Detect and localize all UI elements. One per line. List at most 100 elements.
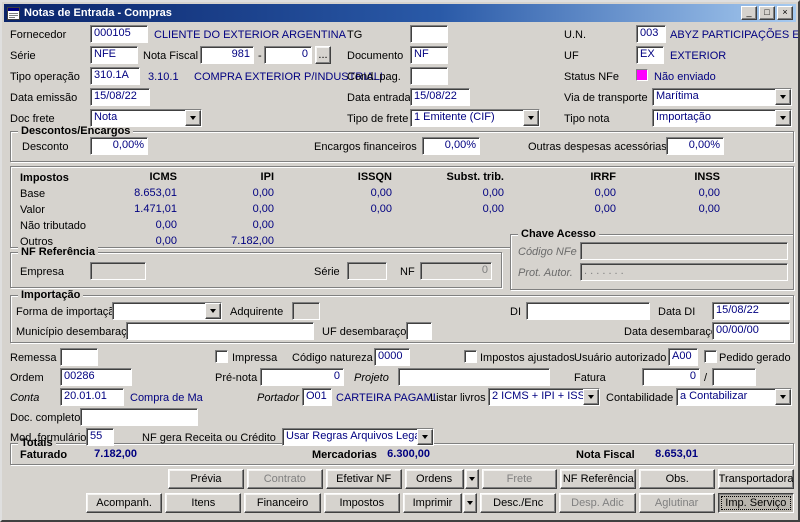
impostos-base-inss: 0,00 — [698, 187, 720, 199]
municipio-desembaraco-field[interactable] — [126, 322, 314, 340]
encargos-field[interactable]: 0,00% — [422, 137, 480, 155]
nota-fiscal-browse-button[interactable]: ... — [315, 46, 331, 64]
data-entrada-field[interactable]: 15/08/22 — [410, 88, 470, 106]
cond-pag-field[interactable] — [410, 67, 448, 85]
maximize-button[interactable]: □ — [759, 6, 775, 20]
tipo-nota-select[interactable]: Importação — [652, 109, 792, 127]
efetivar-nf-button[interactable]: Efetivar NF — [325, 469, 402, 489]
imprimir-button[interactable]: Imprimir — [402, 493, 463, 513]
fatura-parcela-field[interactable] — [712, 368, 756, 386]
contabilidade-select[interactable]: a Contabilizar — [676, 388, 792, 406]
acompanh-button[interactable]: Acompanh. — [86, 493, 163, 513]
portador-field[interactable]: O01 — [302, 388, 332, 406]
uf-description: EXTERIOR — [670, 50, 727, 62]
data-di-field[interactable]: 15/08/22 — [712, 302, 790, 320]
tipo-nota-value: Importação — [656, 111, 712, 123]
desc-enc-button[interactable]: Desc./Enc — [480, 493, 557, 513]
nota-fiscal-sufixo-field[interactable]: 0 — [264, 46, 312, 64]
desconto-field[interactable]: 0,00% — [90, 137, 148, 155]
chevron-down-icon — [780, 395, 786, 399]
mod-formulario-field[interactable]: 55 — [86, 428, 114, 446]
impostos-ajustados-checkbox[interactable] — [464, 350, 477, 363]
listar-livros-select[interactable]: 2 ICMS + IPI + ISS — [488, 388, 600, 406]
tipo-frete-select[interactable]: 1 Emitente (CIF) — [410, 109, 540, 127]
nf-gera-value: Usar Regras Arquivos Legais — [286, 430, 429, 442]
nf-gera-label: NF gera Receita ou Crédito — [142, 432, 276, 444]
impressa-label: Impressa — [232, 352, 278, 364]
imprimir-dropdown-button[interactable] — [463, 493, 478, 513]
doc-frete-select[interactable]: Nota — [90, 109, 202, 127]
impostos-valor-icms: 1.471,01 — [134, 203, 177, 215]
uf-field[interactable]: EX — [636, 46, 664, 64]
tipo-frete-value: 1 Emitente (CIF) — [414, 111, 495, 123]
serie-field[interactable]: NFE — [90, 46, 138, 64]
transportadora-button[interactable]: Transportadora — [718, 469, 794, 489]
nf-gera-arrow[interactable] — [417, 429, 433, 445]
chevron-down-icon — [588, 395, 594, 399]
fornecedor-field[interactable]: 000105 — [90, 25, 148, 43]
impostos-button[interactable]: Impostos — [323, 493, 400, 513]
financeiro-button[interactable]: Financeiro — [244, 493, 321, 513]
outras-despesas-field[interactable]: 0,00% — [666, 137, 724, 155]
conta-description: Compra de Ma — [130, 392, 203, 404]
pedido-gerado-checkbox[interactable] — [704, 350, 717, 363]
tipo-nota-arrow[interactable] — [775, 110, 791, 126]
remessa-field[interactable] — [60, 348, 98, 366]
pedido-gerado-label: Pedido gerado — [719, 352, 791, 364]
obs-button[interactable]: Obs. — [639, 469, 716, 489]
usuario-autorizado-field[interactable]: A00 — [668, 348, 698, 366]
impressa-checkbox[interactable] — [215, 350, 228, 363]
tipo-operacao-field[interactable]: 310.1A — [90, 67, 140, 85]
itens-button[interactable]: Itens — [165, 493, 242, 513]
ordem-field[interactable]: 00286 — [60, 368, 132, 386]
impostos-base-ipi: 0,00 — [252, 187, 274, 199]
imp-servico-button[interactable]: Imp. Serviço — [717, 493, 794, 513]
remessa-label: Remessa — [10, 352, 57, 364]
fatura-field[interactable]: 0 — [642, 368, 700, 386]
via-transporte-select[interactable]: Marítima — [652, 88, 792, 106]
doc-frete-value: Nota — [94, 111, 118, 123]
listar-livros-arrow[interactable] — [583, 389, 599, 405]
cond-pag-label: Cond. pag. — [347, 71, 401, 83]
di-field[interactable] — [526, 302, 650, 320]
un-field[interactable]: 003 — [636, 25, 666, 43]
codigo-natureza-field[interactable]: 0000 — [374, 348, 410, 366]
projeto-field[interactable] — [398, 368, 550, 386]
doc-frete-arrow[interactable] — [185, 110, 201, 126]
ordens-button-group: Ordens — [404, 469, 479, 489]
chevron-down-icon — [190, 116, 196, 120]
contabilidade-arrow[interactable] — [775, 389, 791, 405]
close-button[interactable]: × — [777, 6, 793, 20]
nf-referencia-button[interactable]: NF Referência — [560, 469, 637, 489]
forma-importacao-arrow[interactable] — [205, 303, 221, 319]
data-desembaraco-field[interactable]: 00/00/00 — [712, 322, 790, 340]
adquirente-label: Adquirente — [230, 306, 284, 318]
forma-importacao-select[interactable] — [112, 302, 222, 320]
uf-desembaraco-field[interactable] — [406, 322, 432, 340]
mercadorias-value: 6.300,00 — [387, 448, 430, 460]
impostos-valor-irrf: 0,00 — [594, 203, 616, 215]
encargos-label: Encargos financeiros — [314, 141, 417, 153]
previa-button[interactable]: Prévia — [168, 469, 244, 489]
un-description: ABYZ PARTICIPAÇÕES E — [670, 29, 800, 41]
nota-fiscal-numero-field[interactable]: 981 — [200, 46, 254, 64]
status-nfe-label: Status NFe — [564, 71, 620, 83]
via-transporte-arrow[interactable] — [775, 89, 791, 105]
ordens-dropdown-button[interactable] — [464, 469, 479, 489]
doc-completo-label: Doc. completo — [10, 412, 81, 424]
impostos-ajustados-label: Impostos ajustados — [480, 352, 575, 364]
nota-fiscal-separator: - — [258, 50, 262, 62]
tg-field[interactable] — [410, 25, 448, 43]
chevron-down-icon — [468, 477, 475, 481]
nf-gera-select[interactable]: Usar Regras Arquivos Legais — [282, 428, 434, 446]
tipo-frete-arrow[interactable] — [523, 110, 539, 126]
conta-field[interactable]: 20.01.01 — [60, 388, 124, 406]
impostos-base-subst: 0,00 — [482, 187, 504, 199]
minimize-button[interactable]: _ — [741, 6, 757, 20]
ordens-button[interactable]: Ordens — [404, 469, 464, 489]
data-emissao-field[interactable]: 15/08/22 — [90, 88, 150, 106]
doc-completo-field[interactable] — [80, 408, 198, 426]
mod-formulario-label: Mod. formulário — [10, 432, 87, 444]
documento-field[interactable]: NF — [410, 46, 448, 64]
pre-nota-field[interactable]: 0 — [260, 368, 344, 386]
